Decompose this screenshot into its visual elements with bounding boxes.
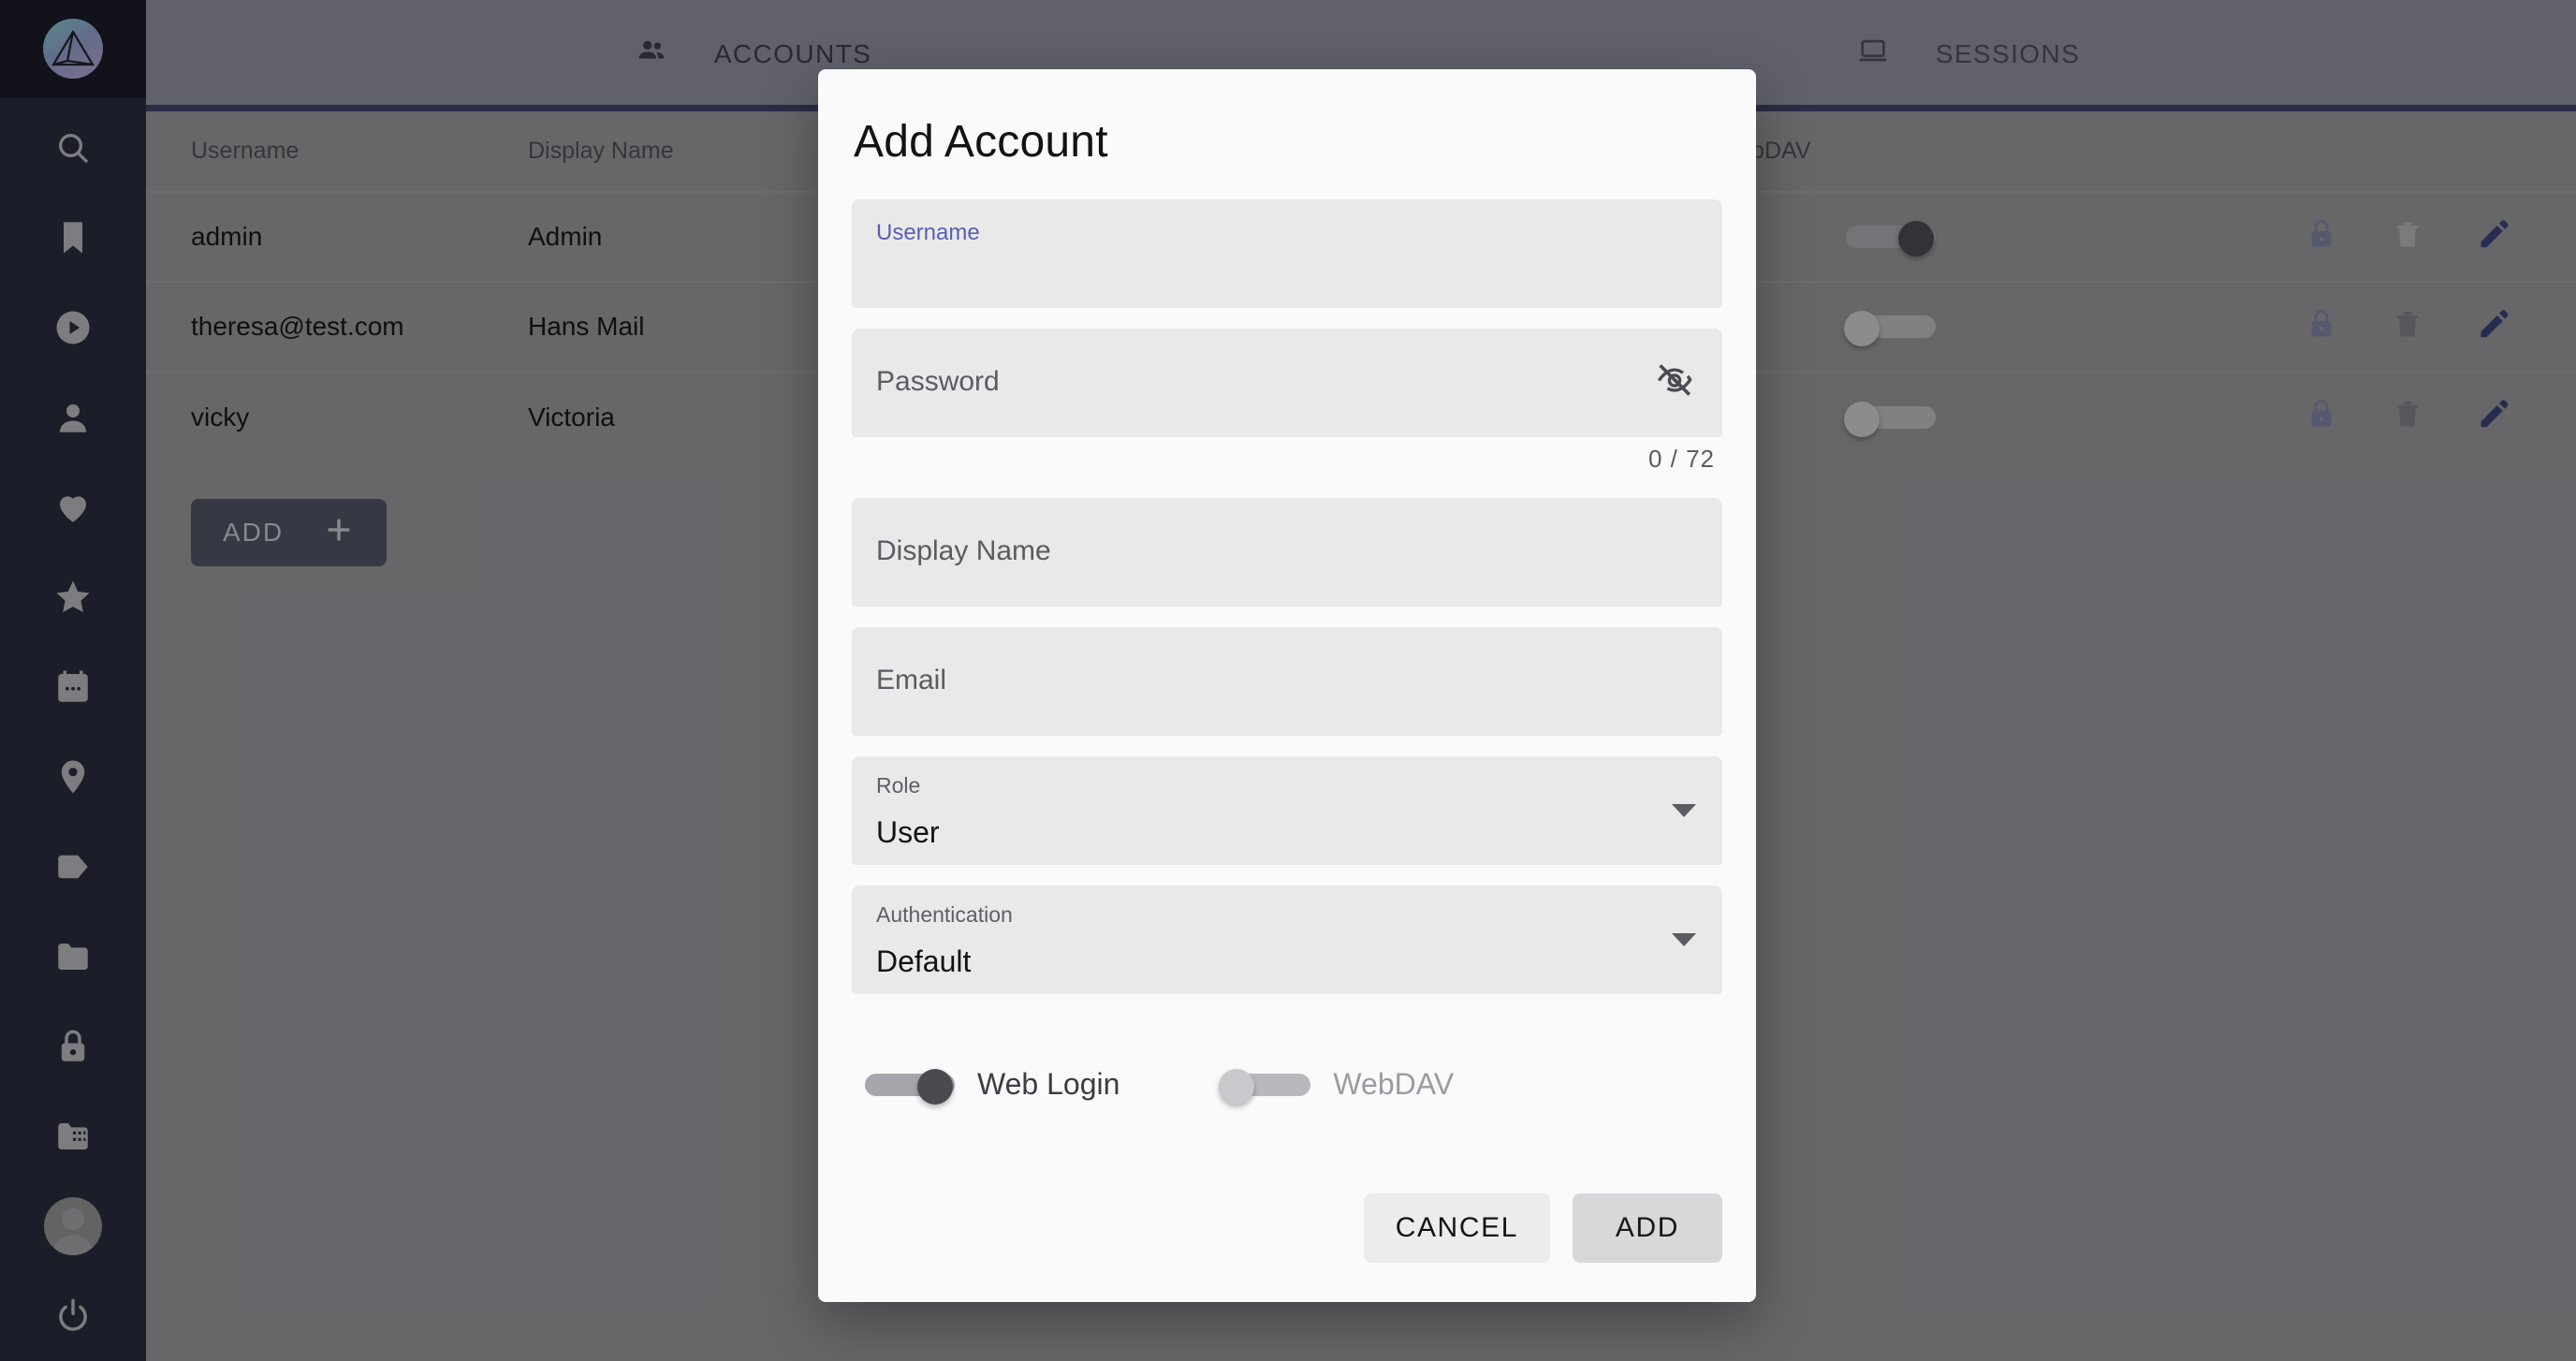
webdav-label: WebDAV <box>1333 1067 1455 1101</box>
authentication-select-label: Authentication <box>876 902 1013 927</box>
app-root: ACCOUNTS SESSIONS Username Display Name <box>0 0 2576 1361</box>
toggle-knob <box>1219 1068 1255 1105</box>
dialog-toggles: Web Login WebDAV <box>865 1067 1722 1105</box>
eye-off-icon[interactable] <box>1655 361 1694 405</box>
toggle-switch[interactable] <box>1219 1068 1311 1105</box>
confirm-add-button[interactable]: ADD <box>1573 1193 1722 1263</box>
display-name-field-label: Display Name <box>876 535 1051 566</box>
email-field[interactable]: Email <box>852 627 1722 736</box>
role-select[interactable]: Role User <box>852 756 1722 865</box>
username-field-label: Username <box>876 220 980 245</box>
web-login-toggle[interactable]: Web Login <box>865 1067 1120 1105</box>
webdav-toggle[interactable]: WebDAV <box>1219 1067 1455 1105</box>
chevron-down-icon[interactable] <box>1672 804 1696 817</box>
add-account-dialog: Add Account Username Password 0 / 72 Dis… <box>818 69 1756 1302</box>
chevron-down-icon[interactable] <box>1672 933 1696 946</box>
role-select-label: Role <box>876 773 921 798</box>
role-select-value: User <box>876 815 940 849</box>
toggle-knob <box>917 1068 953 1105</box>
username-field[interactable]: Username <box>852 199 1722 308</box>
authentication-select[interactable]: Authentication Default <box>852 885 1722 994</box>
web-login-label: Web Login <box>977 1067 1120 1101</box>
password-counter: 0 / 72 <box>1647 445 1715 473</box>
display-name-field[interactable]: Display Name <box>852 498 1722 607</box>
email-field-label: Email <box>876 665 947 695</box>
dialog-actions: CANCEL ADD <box>852 1193 1722 1302</box>
authentication-select-value: Default <box>876 944 972 978</box>
password-field-label: Password <box>876 366 1000 397</box>
dialog-title: Add Account <box>854 117 1108 167</box>
toggle-switch[interactable] <box>865 1068 955 1105</box>
cancel-button[interactable]: CANCEL <box>1363 1193 1550 1263</box>
password-field[interactable]: Password <box>852 329 1722 437</box>
